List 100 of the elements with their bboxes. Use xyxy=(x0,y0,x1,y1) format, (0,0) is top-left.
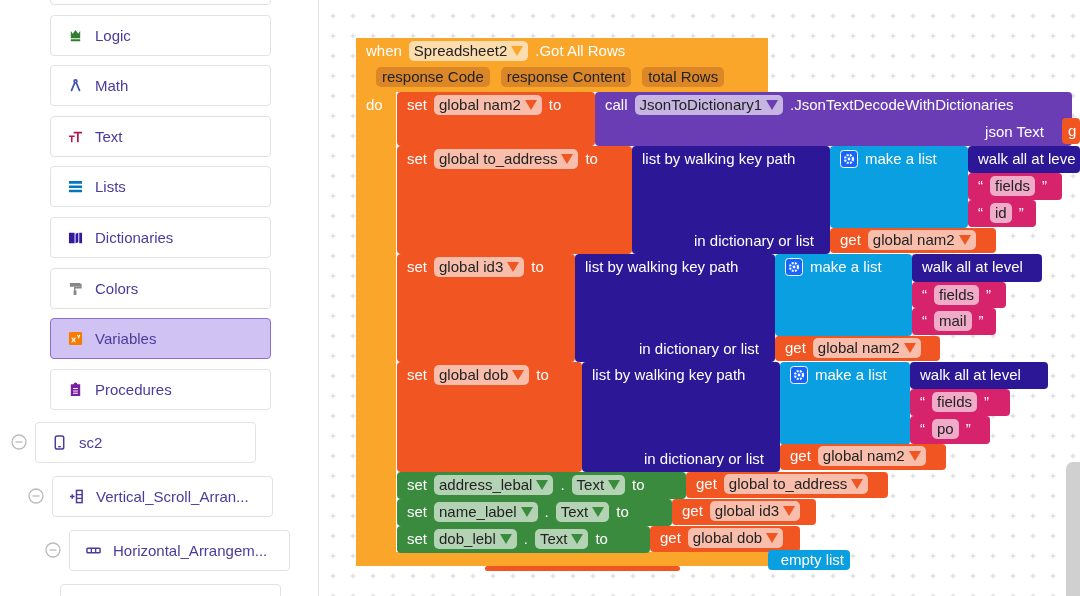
dropdown-field[interactable]: global nam2 xyxy=(812,338,921,358)
caret-icon xyxy=(851,479,864,489)
component-tree-item[interactable]: sc2 xyxy=(35,421,256,463)
dropdown-field[interactable]: address_lebal xyxy=(434,475,554,495)
text-string-block[interactable]: “ fields ” xyxy=(968,173,1062,200)
set-variable-block[interactable]: set global id3 to xyxy=(397,254,575,362)
variable-icon xyxy=(68,331,83,347)
parameter-chip[interactable]: response Content xyxy=(500,67,632,87)
dropdown-field[interactable]: global nam2 xyxy=(434,95,542,115)
dropdown-field[interactable]: global to_address xyxy=(434,149,579,169)
gear-icon[interactable] xyxy=(790,366,808,384)
category-item[interactable]: Dictionaries xyxy=(50,216,271,258)
block-label: in dictionary or list xyxy=(693,231,814,251)
dropdown-field[interactable]: global dob xyxy=(434,365,530,385)
block-label: to xyxy=(595,529,608,549)
block-label: in dictionary or list xyxy=(638,339,759,359)
dropdown-field[interactable]: Text xyxy=(534,529,589,549)
category-item[interactable]: Colors xyxy=(50,267,271,309)
walk-all-block[interactable]: walk all at level xyxy=(910,362,1048,389)
text-string-block[interactable]: “ fields ” xyxy=(912,282,1006,308)
caret-icon xyxy=(536,480,549,490)
scrollbar[interactable] xyxy=(1066,462,1080,596)
key-path-block[interactable]: list by walking key path in dictionary or list xyxy=(575,254,775,362)
get-variable-block[interactable]: get global id3 xyxy=(672,499,816,525)
get-variable-block[interactable]: get global to_address xyxy=(686,472,888,498)
text-string-block[interactable]: “ fields ” xyxy=(910,389,1010,416)
caret-icon xyxy=(783,506,796,516)
block-label: get xyxy=(840,230,861,250)
collapse-icon[interactable] xyxy=(28,488,44,505)
block-label: to xyxy=(632,475,645,495)
dropdown-field[interactable]: Text xyxy=(555,502,610,522)
get-variable-block[interactable]: get global nam2 xyxy=(780,444,946,470)
crown-icon xyxy=(68,27,83,43)
category-item[interactable]: Variables xyxy=(50,318,271,360)
block-label: list by walking key path xyxy=(592,365,746,385)
list-icon xyxy=(68,179,83,195)
block-label: get xyxy=(696,474,717,494)
block-label: ” xyxy=(984,392,990,412)
block-label: set xyxy=(407,365,427,385)
caret-icon xyxy=(592,507,605,517)
dropdown-field[interactable]: JsonToDictionary1 xyxy=(634,95,784,115)
category-item[interactable]: Text xyxy=(50,115,271,157)
block-label: list by walking key path xyxy=(585,257,739,277)
caret-icon xyxy=(561,154,574,164)
get-variable-block[interactable]: get global dob xyxy=(650,526,800,552)
text-value-field[interactable]: fields xyxy=(990,176,1036,196)
text-string-block[interactable]: “ id ” xyxy=(968,200,1036,227)
dropdown-field[interactable]: Text xyxy=(571,475,626,495)
block-label: “ xyxy=(920,392,925,412)
text-value-field[interactable]: fields xyxy=(934,285,980,305)
collapse-icon[interactable] xyxy=(11,434,27,451)
set-variable-block[interactable]: set global nam2 to xyxy=(397,92,595,146)
block-label: make a list xyxy=(865,149,937,169)
collapse-icon[interactable] xyxy=(45,542,61,559)
parameter-chip[interactable]: total Rows xyxy=(642,67,725,87)
gear-icon[interactable] xyxy=(840,150,858,168)
set-property-block[interactable]: set address_lebal . Text to xyxy=(397,472,686,499)
gear-icon[interactable] xyxy=(785,258,803,276)
set-variable-block[interactable]: set global dob to xyxy=(397,362,582,472)
text-value-field[interactable]: fields xyxy=(932,392,978,412)
vertical-arrangement-icon xyxy=(69,488,84,504)
block-label: when xyxy=(366,41,402,61)
text-string-block[interactable]: “ mail ” xyxy=(912,308,996,335)
category-item[interactable]: Lists xyxy=(50,166,271,208)
dropdown-field[interactable]: dob_lebl xyxy=(434,529,517,549)
component-tree-item[interactable]: Horizontal_Arrangem... xyxy=(69,529,290,571)
text-value-field[interactable]: id xyxy=(990,203,1012,223)
key-path-block[interactable]: list by walking key path in dictionary or list xyxy=(632,146,830,254)
walk-all-block[interactable]: walk all at level xyxy=(912,254,1042,282)
walk-all-block[interactable]: walk all at leve xyxy=(968,146,1080,173)
text-value-field[interactable]: po xyxy=(932,419,959,439)
dropdown-field[interactable]: global nam2 xyxy=(817,446,926,466)
dropdown-field[interactable]: name_label xyxy=(434,502,538,522)
block-label: ” xyxy=(1018,203,1024,223)
parameter-chip[interactable]: response Code xyxy=(376,67,490,87)
dropdown-field[interactable]: global id3 xyxy=(709,501,801,521)
dropdown-field[interactable]: global dob xyxy=(687,528,784,548)
event-block[interactable] xyxy=(356,38,1080,572)
category-item[interactable]: Procedures xyxy=(50,368,271,410)
get-variable-block[interactable]: get global nam2 xyxy=(830,228,996,253)
dropdown-field[interactable]: global nam2 xyxy=(867,230,976,250)
get-variable-block[interactable]: get global nam2 xyxy=(775,336,940,361)
dropdown-field[interactable]: global id3 xyxy=(434,257,525,277)
initialize-block[interactable] xyxy=(485,566,680,571)
text-value-field[interactable]: mail xyxy=(934,311,972,331)
block-label: make a list xyxy=(815,365,887,385)
block-label: set xyxy=(407,257,427,277)
text-string-block[interactable]: “ po ” xyxy=(910,416,990,444)
block-label: get xyxy=(785,338,806,358)
component-tree-item[interactable]: Vertical_Scroll_Arran... xyxy=(52,475,273,517)
dropdown-field[interactable]: global to_address xyxy=(723,474,869,494)
block-label: json Text xyxy=(985,122,1044,142)
block-label: .Got All Rows xyxy=(535,41,626,61)
set-property-block[interactable]: set dob_lebl . Text to xyxy=(397,526,650,553)
dropdown-field[interactable]: Spreadsheet2 xyxy=(408,41,529,61)
block-label: set xyxy=(407,502,427,522)
category-item[interactable]: Logic xyxy=(50,14,271,56)
set-property-block[interactable]: set name_label . Text to xyxy=(397,499,672,526)
set-variable-block[interactable]: set global to_address to xyxy=(397,146,632,254)
category-item[interactable]: Math xyxy=(50,65,271,107)
